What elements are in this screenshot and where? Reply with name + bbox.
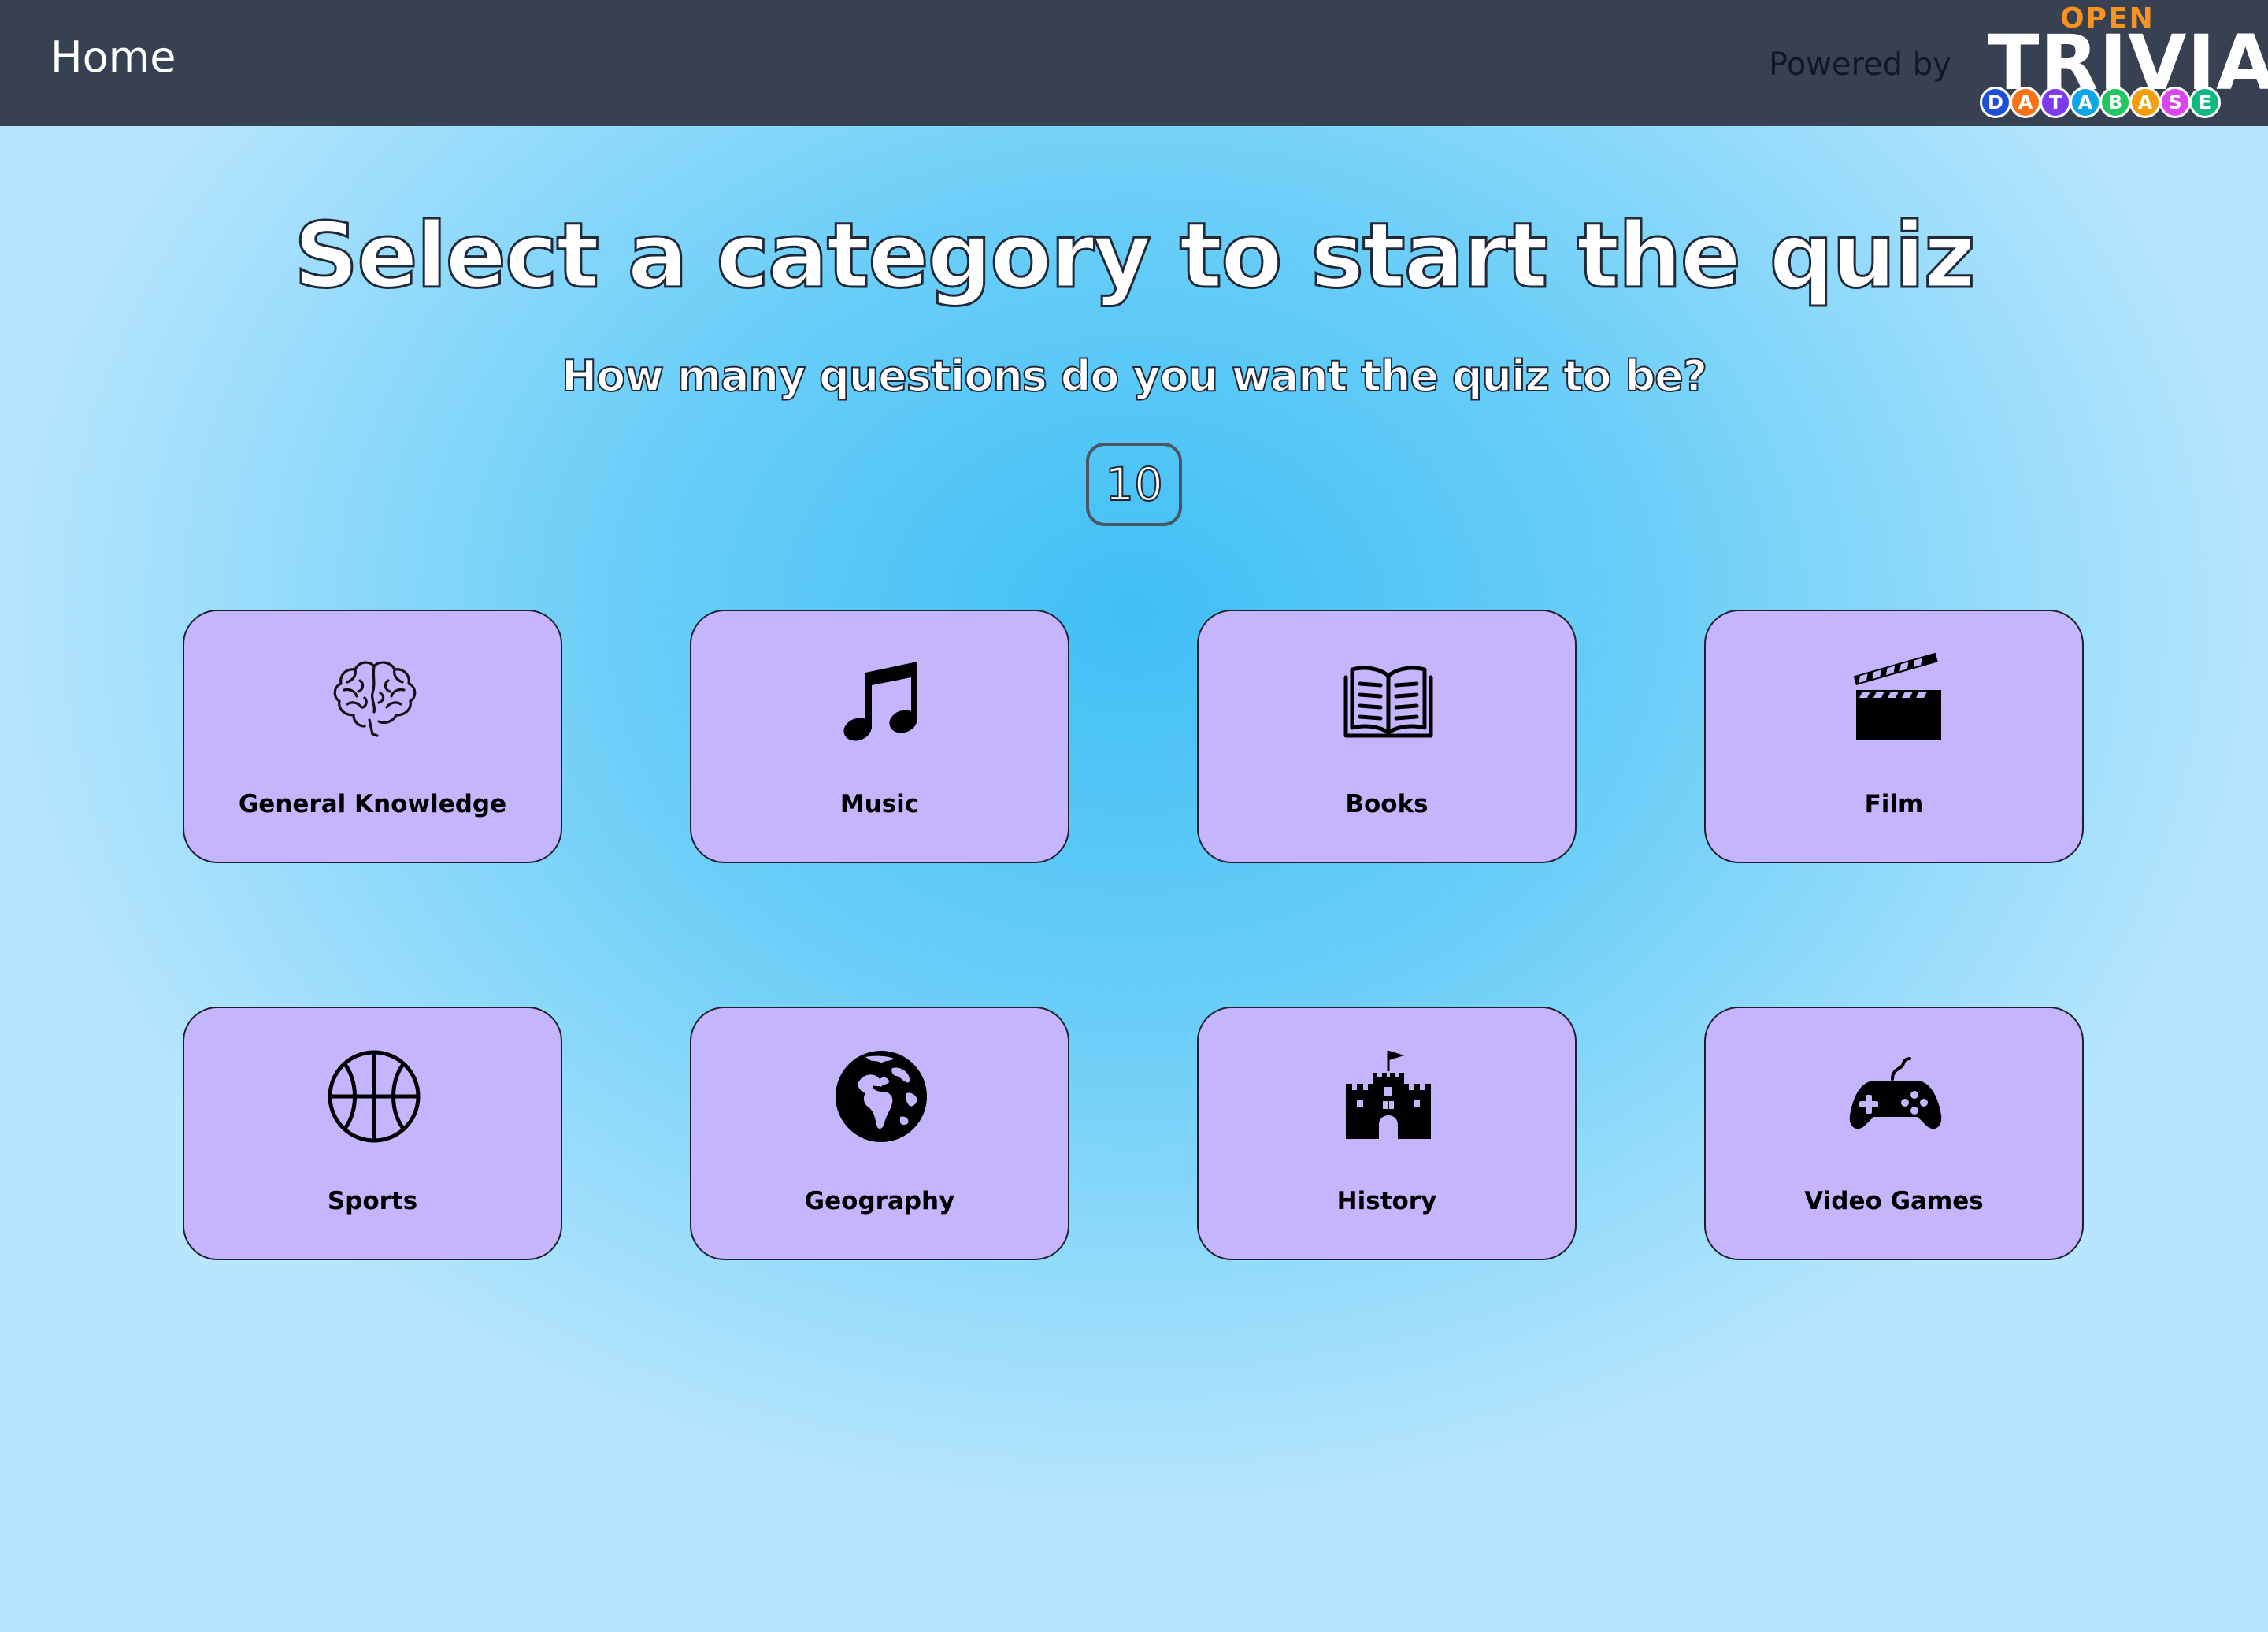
logo-letter: E [2189,87,2221,118]
category-label: Film [1864,790,1924,818]
powered-by-label: Powered by [1769,46,1951,83]
category-label: Video Games [1804,1187,1984,1215]
category-label: Sports [327,1187,418,1215]
logo-letter: D [1980,87,2011,118]
gamepad-icon [1848,1049,1943,1144]
category-card-geography[interactable]: Geography [690,1007,1069,1260]
open-trivia-database-logo[interactable]: OPEN TRIVIA D A T A B A S E [1977,3,2268,121]
logo-letter: A [2070,87,2101,118]
question-count-prompt: How many questions do you want the quiz … [561,351,1708,401]
globe-icon [834,1049,928,1144]
page-title: Select a category to start the quiz [293,203,1977,308]
category-label: General Knowledge [238,790,507,818]
brain-icon [327,652,421,747]
category-label: Geography [804,1187,955,1215]
category-card-history[interactable]: History [1197,1007,1577,1260]
category-card-sports[interactable]: Sports [183,1007,562,1260]
category-card-music[interactable]: Music [690,610,1069,863]
category-label: Books [1345,790,1429,818]
logo-letter: T [2040,87,2071,118]
logo-letter: A [2010,87,2041,118]
home-link[interactable]: Home [50,36,176,79]
music-note-icon [834,652,928,747]
category-card-video-games[interactable]: Video Games [1704,1007,2084,1260]
logo-letter: S [2159,87,2191,118]
castle-icon [1341,1049,1436,1144]
category-card-film[interactable]: Film [1704,610,2084,863]
logo-letter: B [2099,87,2131,118]
question-count-input[interactable] [1086,443,1182,526]
category-card-general-knowledge[interactable]: General Knowledge [183,610,562,863]
category-label: History [1336,1187,1437,1215]
clapperboard-icon [1848,652,1943,747]
navbar: Home Powered by OPEN TRIVIA D A T A B A … [0,0,2268,126]
logo-database-letters: D A T A B A S E [1980,87,2221,121]
logo-letter: A [2129,87,2161,118]
basketball-icon [327,1049,421,1144]
category-card-books[interactable]: Books [1197,610,1577,863]
category-label: Music [839,790,920,818]
open-book-icon [1341,652,1436,747]
